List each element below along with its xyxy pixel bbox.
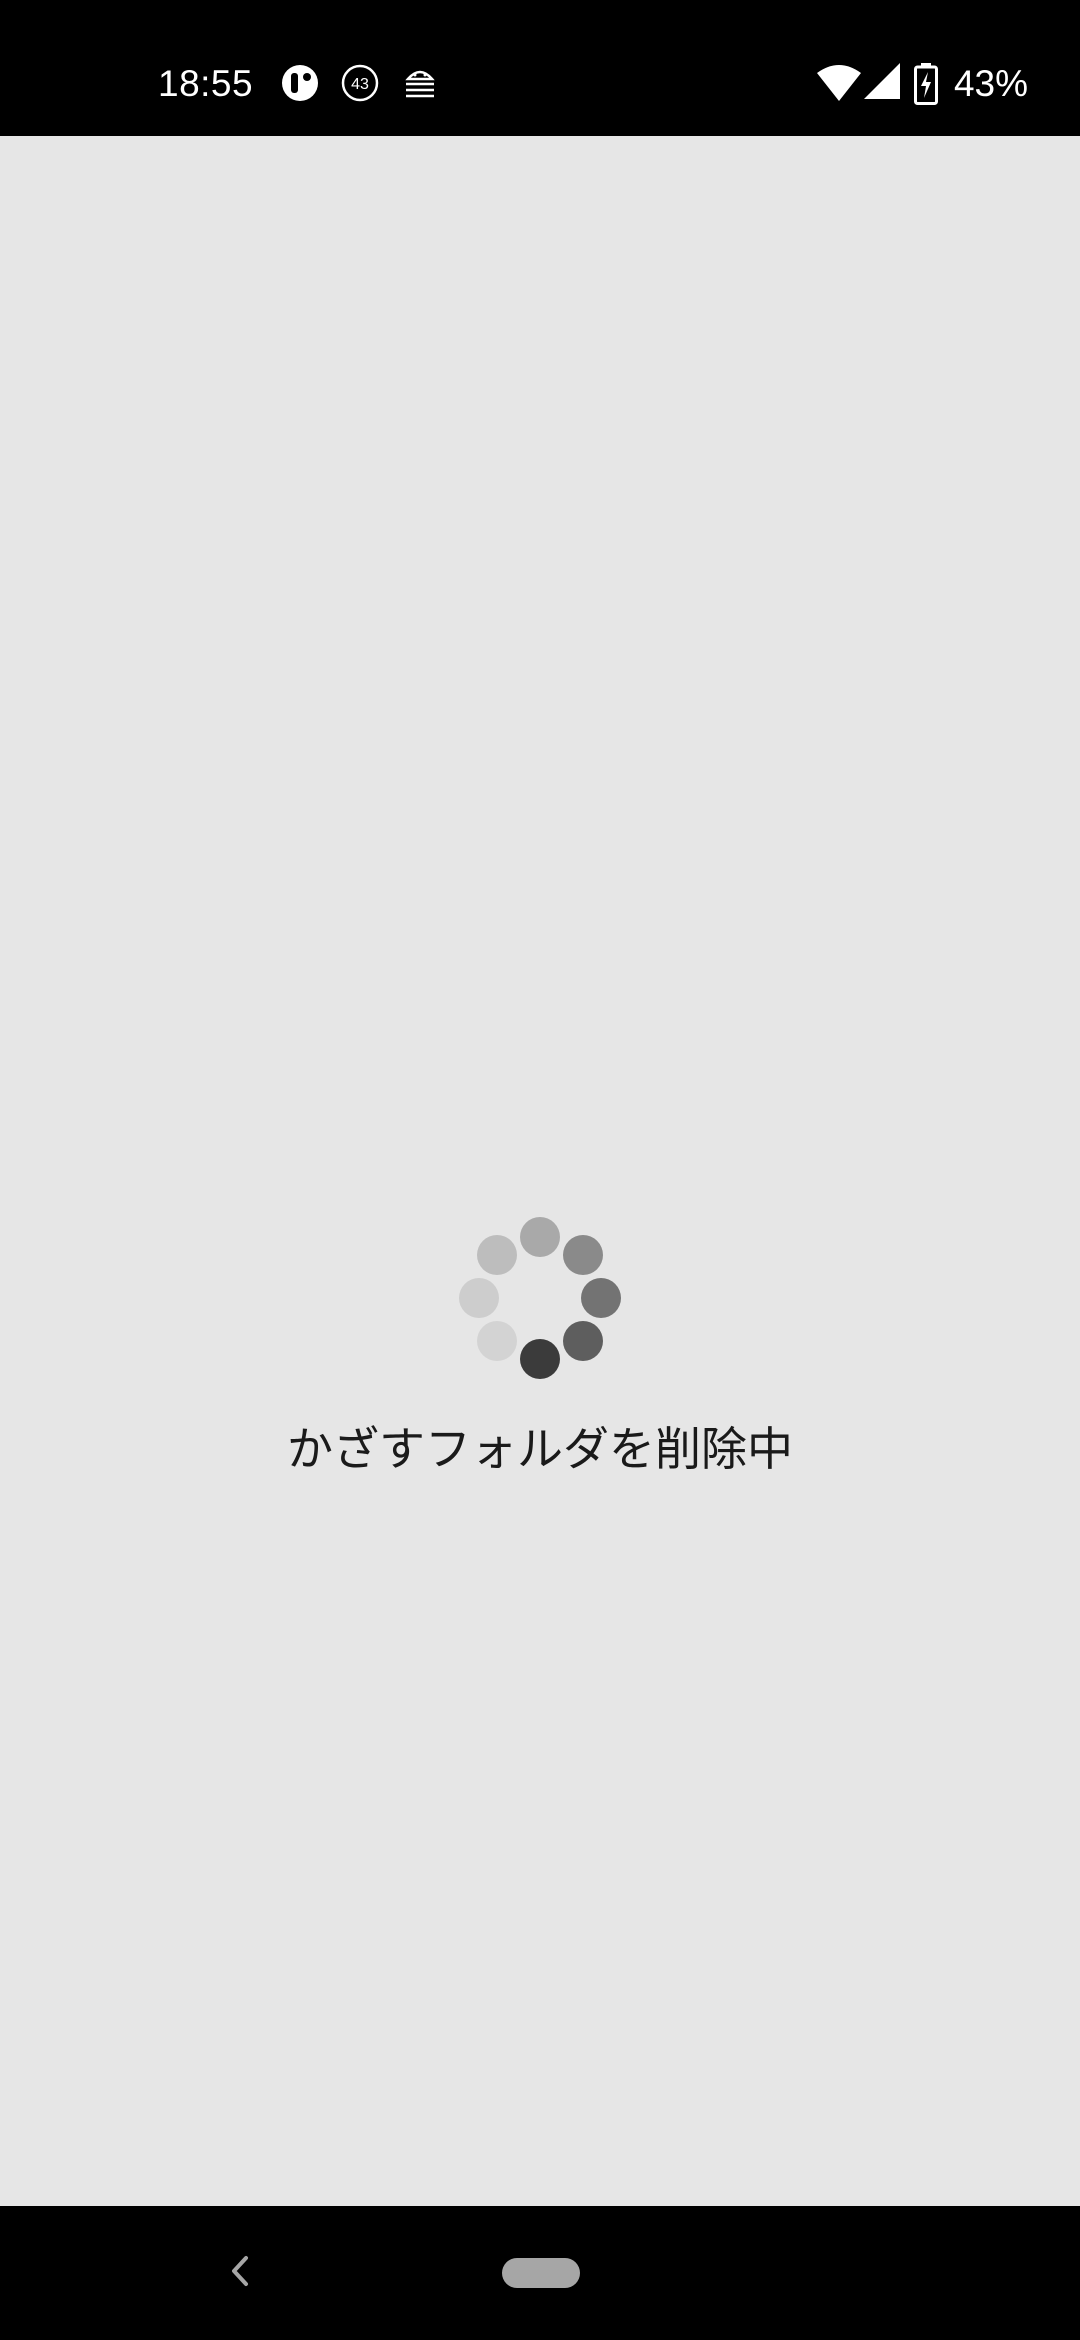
back-icon[interactable] [220, 2246, 260, 2296]
spinner-dot [477, 1235, 517, 1275]
status-bar: 18:55 43 43% [0, 0, 1080, 136]
spinner-dot [581, 1278, 621, 1318]
wifi-icon [817, 65, 861, 101]
spinner-dot [563, 1235, 603, 1275]
badge-43-icon: 43 [341, 64, 379, 102]
spinner-dot [477, 1321, 517, 1361]
spinner-dot [520, 1217, 560, 1257]
navigation-bar [0, 2206, 1080, 2340]
spinner-dot [563, 1321, 603, 1361]
loading-message: かざすフォルダを削除中 [287, 1422, 793, 1476]
spinner-dot [459, 1278, 499, 1318]
spinner-dot [520, 1339, 560, 1379]
svg-text:43: 43 [351, 76, 369, 93]
cell-signal-icon [864, 63, 900, 99]
status-time: 18:55 [158, 63, 254, 104]
android-debug-icon [405, 70, 435, 98]
loading-screen: かざすフォルダを削除中 [0, 136, 1080, 2206]
battery-charging-icon [914, 63, 938, 105]
loading-spinner-icon [459, 1217, 621, 1379]
battery-percent: 43% [953, 63, 1028, 104]
home-pill-icon[interactable] [502, 2258, 580, 2288]
app-notification-icon [282, 65, 318, 101]
